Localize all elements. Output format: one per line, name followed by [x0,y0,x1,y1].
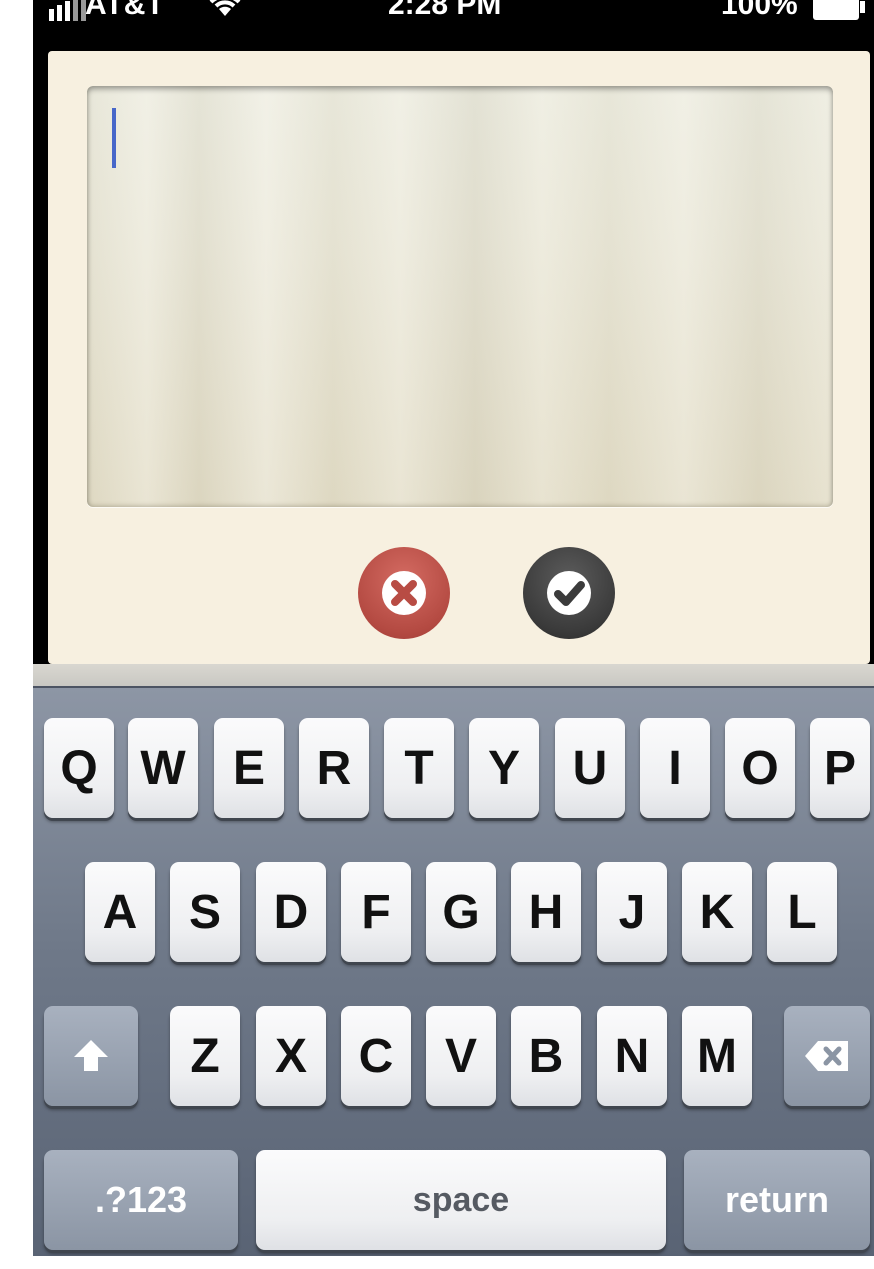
numbers-key[interactable]: .?123 [44,1150,238,1250]
key-w[interactable]: W [128,718,198,818]
key-q[interactable]: Q [44,718,114,818]
note-text-area[interactable] [87,86,833,507]
text-cursor [112,108,116,168]
signal-icon [49,0,86,21]
key-p[interactable]: P [810,718,870,818]
key-s[interactable]: S [170,862,240,962]
shift-key[interactable] [44,1006,138,1106]
space-key[interactable]: space [256,1150,666,1250]
key-y[interactable]: Y [469,718,539,818]
cancel-button[interactable] [358,547,450,639]
key-i[interactable]: I [640,718,710,818]
clock: 2:28 PM [388,0,502,21]
return-key[interactable]: return [684,1150,870,1250]
checkmark-icon [547,571,591,615]
key-t[interactable]: T [384,718,454,818]
key-r[interactable]: R [299,718,369,818]
key-l[interactable]: L [767,862,837,962]
carrier-label: AT&T [85,0,165,21]
key-b[interactable]: B [511,1006,581,1106]
key-k[interactable]: K [682,862,752,962]
battery-percent: 100% [721,0,798,21]
key-a[interactable]: A [85,862,155,962]
keyboard-accessory-strip [33,664,874,686]
key-e[interactable]: E [214,718,284,818]
wifi-icon [209,0,241,16]
key-j[interactable]: J [597,862,667,962]
key-c[interactable]: C [341,1006,411,1106]
confirm-button[interactable] [523,547,615,639]
key-o[interactable]: O [725,718,795,818]
delete-icon [805,1041,848,1071]
action-buttons [48,547,870,639]
key-f[interactable]: F [341,862,411,962]
close-icon [382,571,426,615]
note-panel [48,51,870,664]
delete-key[interactable] [784,1006,870,1106]
key-d[interactable]: D [256,862,326,962]
battery-icon [813,0,865,20]
phone-screen: AT&T 2:28 PM 100% Q W E R T Y U I O P A … [33,0,874,1256]
shift-icon [74,1040,108,1071]
key-u[interactable]: U [555,718,625,818]
key-n[interactable]: N [597,1006,667,1106]
key-m[interactable]: M [682,1006,752,1106]
key-x[interactable]: X [256,1006,326,1106]
keyboard: Q W E R T Y U I O P A S D F G H J K L Z … [33,686,874,1256]
key-h[interactable]: H [511,862,581,962]
key-z[interactable]: Z [170,1006,240,1106]
status-bar: AT&T 2:28 PM 100% [33,0,874,38]
key-v[interactable]: V [426,1006,496,1106]
key-g[interactable]: G [426,862,496,962]
